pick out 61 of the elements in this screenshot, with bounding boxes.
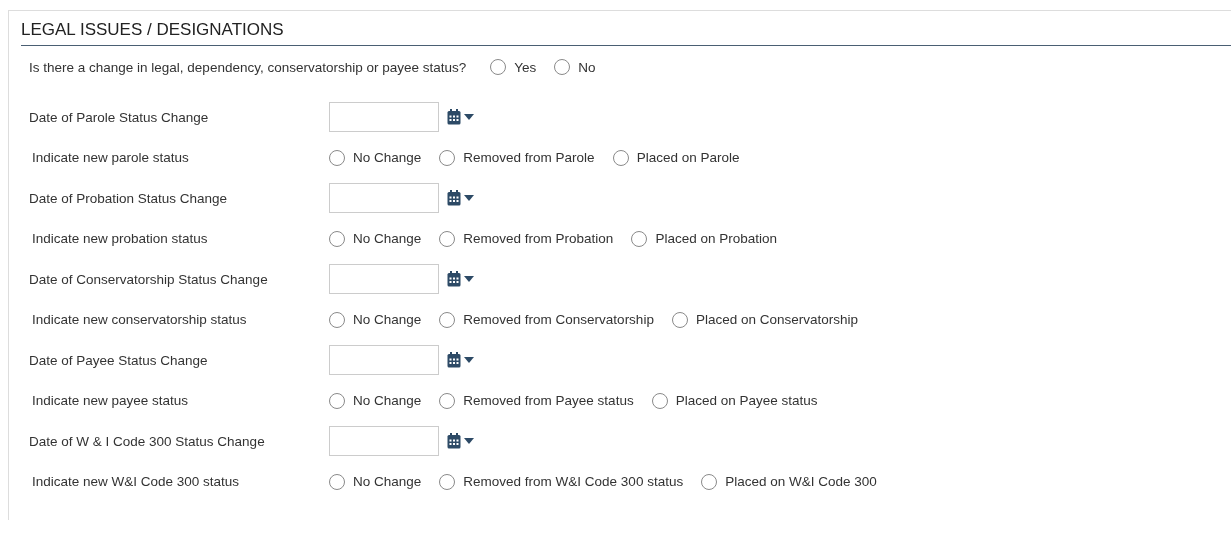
radio-icon[interactable] — [701, 473, 718, 490]
caret-icon[interactable] — [464, 357, 474, 364]
radio-option[interactable]: No Change — [329, 392, 422, 409]
radio-option[interactable]: Removed from Parole — [439, 149, 595, 166]
field-label: Indicate new W&I Code 300 status — [31, 474, 241, 490]
radio-icon[interactable] — [439, 473, 456, 490]
radio-icon[interactable] — [329, 392, 345, 409]
radio-option[interactable]: Placed on Conservatorship — [671, 311, 858, 328]
radio-option[interactable]: No Change — [329, 311, 422, 328]
radio-option[interactable]: Yes — [490, 59, 537, 75]
field-label: Indicate new payee status — [31, 393, 190, 409]
date-field[interactable] — [329, 264, 439, 295]
question-label: Is there a change in legal, dependency, conservatorship or payee status? — [29, 59, 467, 75]
field-label: Date of W & I Code 300 Status Change — [28, 433, 266, 449]
date-field[interactable] — [329, 102, 439, 133]
caret-icon[interactable] — [464, 114, 474, 121]
radio-icon[interactable] — [329, 149, 345, 166]
caret-icon[interactable] — [464, 276, 474, 283]
radio-option[interactable]: Placed on Probation — [631, 230, 777, 247]
section-title: LEGAL ISSUES / DESIGNATIONS — [21, 20, 1231, 46]
field-label: Date of Conservatorship Status Change — [28, 271, 269, 287]
radio-option[interactable]: Removed from W&I Code 300 status — [439, 473, 684, 490]
calendar-icon[interactable] — [447, 352, 461, 369]
field-label: Indicate new probation status — [31, 231, 209, 247]
radio-option[interactable]: No Change — [329, 230, 422, 247]
field-label: Date of Parole Status Change — [28, 109, 210, 125]
radio-option[interactable]: Removed from Probation — [439, 230, 614, 247]
caret-icon[interactable] — [464, 438, 474, 445]
radio-icon[interactable] — [490, 59, 507, 75]
radio-icon[interactable] — [671, 311, 688, 328]
radio-icon[interactable] — [631, 230, 648, 247]
radio-icon[interactable] — [329, 311, 345, 328]
field-label: Indicate new conservatorship status — [31, 312, 248, 328]
date-field[interactable] — [329, 183, 439, 214]
calendar-icon[interactable] — [447, 433, 461, 450]
radio-icon[interactable] — [329, 230, 345, 247]
radio-option[interactable]: Removed from Payee status — [439, 392, 634, 409]
calendar-icon[interactable] — [447, 109, 461, 126]
radio-icon[interactable] — [439, 311, 456, 328]
radio-icon[interactable] — [329, 473, 345, 490]
radio-option[interactable]: Placed on Parole — [612, 149, 740, 166]
caret-icon[interactable] — [464, 195, 474, 202]
radio-option[interactable]: No Change — [329, 149, 422, 166]
radio-option[interactable]: Placed on W&I Code 300 — [701, 473, 877, 490]
radio-option[interactable]: No — [554, 59, 596, 75]
radio-icon[interactable] — [554, 59, 571, 75]
calendar-icon[interactable] — [447, 190, 461, 207]
radio-icon[interactable] — [439, 392, 456, 409]
field-label: Date of Probation Status Change — [28, 190, 229, 206]
radio-icon[interactable] — [612, 149, 629, 166]
radio-icon[interactable] — [439, 230, 456, 247]
radio-icon[interactable] — [651, 392, 668, 409]
field-label: Indicate new parole status — [31, 150, 190, 166]
radio-option[interactable]: No Change — [329, 473, 422, 490]
date-field[interactable] — [329, 345, 439, 376]
radio-option[interactable]: Removed from Conservatorship — [439, 311, 654, 328]
date-field[interactable] — [329, 426, 439, 457]
radio-option[interactable]: Placed on Payee status — [651, 392, 818, 409]
field-label: Date of Payee Status Change — [28, 352, 209, 368]
radio-icon[interactable] — [439, 149, 456, 166]
calendar-icon[interactable] — [447, 271, 461, 288]
